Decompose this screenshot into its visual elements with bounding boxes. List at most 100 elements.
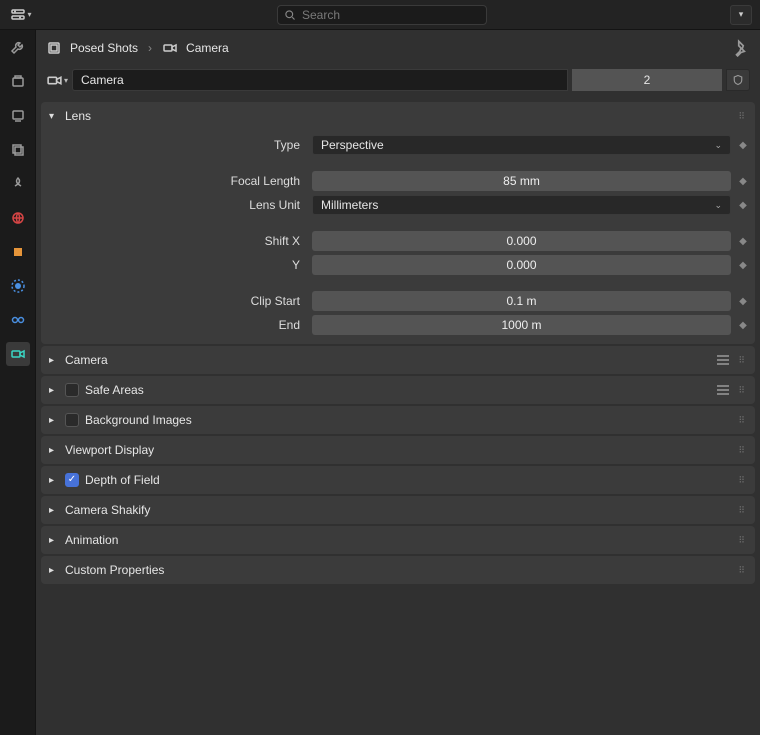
datablock-name-field[interactable]: Camera bbox=[72, 69, 568, 91]
search-input[interactable] bbox=[302, 8, 480, 22]
animate-dot[interactable]: ◆ bbox=[739, 260, 747, 271]
datablock-row: ▾ Camera 2 bbox=[41, 66, 755, 94]
datablock-name-text: Camera bbox=[81, 73, 124, 87]
chevron-right-icon bbox=[49, 505, 59, 516]
field-clip-end[interactable]: 1000 m bbox=[312, 315, 731, 335]
panel-custom: Custom Properties ⠿ bbox=[41, 556, 755, 584]
dof-checkbox[interactable] bbox=[65, 473, 79, 487]
field-value: 0.1 m bbox=[506, 294, 536, 308]
panel-header-camera[interactable]: Camera ⠿ bbox=[41, 346, 755, 374]
panel-camera: Camera ⠿ bbox=[41, 346, 755, 374]
drag-handle[interactable]: ⠿ bbox=[738, 415, 747, 426]
field-clip-start[interactable]: 0.1 m bbox=[312, 291, 731, 311]
chevron-right-icon bbox=[49, 475, 59, 486]
label-clip-end: End bbox=[49, 318, 304, 332]
chevron-down-icon: ▾ bbox=[739, 9, 744, 20]
chevron-right-icon bbox=[49, 415, 59, 426]
datablock-users-count: 2 bbox=[644, 73, 651, 87]
panel-shakify: Camera Shakify ⠿ bbox=[41, 496, 755, 524]
editor-type-selector[interactable]: ▾ bbox=[8, 5, 34, 25]
preset-button[interactable] bbox=[716, 352, 732, 368]
drag-handle[interactable]: ⠿ bbox=[738, 505, 747, 516]
chevron-down-icon: ⌄ bbox=[714, 200, 722, 211]
field-lens-type[interactable]: Perspective ⌄ bbox=[312, 135, 731, 155]
animate-dot[interactable]: ◆ bbox=[739, 140, 747, 151]
safe-areas-checkbox[interactable] bbox=[65, 383, 79, 397]
panel-safe-areas: Safe Areas ⠿ bbox=[41, 376, 755, 404]
tab-tool[interactable] bbox=[6, 36, 30, 60]
drag-handle[interactable]: ⠿ bbox=[738, 111, 747, 122]
render-icon bbox=[10, 74, 26, 90]
datablock-browse[interactable]: ▾ bbox=[46, 69, 68, 91]
drag-handle[interactable]: ⠿ bbox=[738, 445, 747, 456]
panel-header-bg-images[interactable]: Background Images ⠿ bbox=[41, 406, 755, 434]
properties-icon bbox=[10, 7, 26, 23]
options-dropdown[interactable]: ▾ bbox=[730, 5, 752, 25]
field-shift-x[interactable]: 0.000 bbox=[312, 231, 731, 251]
bg-images-checkbox[interactable] bbox=[65, 413, 79, 427]
drag-handle[interactable]: ⠿ bbox=[738, 385, 747, 396]
drag-handle[interactable]: ⠿ bbox=[738, 475, 747, 486]
breadcrumb-item-collection[interactable]: Posed Shots bbox=[46, 40, 138, 56]
preset-button[interactable] bbox=[716, 382, 732, 398]
label-lens-unit: Lens Unit bbox=[49, 198, 304, 212]
panel-animation: Animation ⠿ bbox=[41, 526, 755, 554]
label-type: Type bbox=[49, 138, 304, 152]
panel-title: Safe Areas bbox=[85, 383, 144, 397]
panel-header-dof[interactable]: Depth of Field ⠿ bbox=[41, 466, 755, 494]
drag-handle[interactable]: ⠿ bbox=[738, 565, 747, 576]
camera-icon bbox=[46, 72, 63, 89]
breadcrumb-item-camera[interactable]: Camera bbox=[162, 40, 229, 56]
tab-physics[interactable] bbox=[6, 274, 30, 298]
label-shift-x: Shift X bbox=[49, 234, 304, 248]
panel-header-custom[interactable]: Custom Properties ⠿ bbox=[41, 556, 755, 584]
field-focal-length[interactable]: 85 mm bbox=[312, 171, 731, 191]
animate-dot[interactable]: ◆ bbox=[739, 296, 747, 307]
field-lens-unit[interactable]: Millimeters ⌄ bbox=[312, 195, 731, 215]
panel-lens: Lens ⠿ Type Perspective ⌄ ◆ Focal Leng bbox=[41, 102, 755, 344]
panel-header-safe-areas[interactable]: Safe Areas ⠿ bbox=[41, 376, 755, 404]
panel-header-shakify[interactable]: Camera Shakify ⠿ bbox=[41, 496, 755, 524]
tab-data-camera[interactable] bbox=[6, 342, 30, 366]
panel-header-viewport[interactable]: Viewport Display ⠿ bbox=[41, 436, 755, 464]
breadcrumb: Posed Shots › Camera bbox=[36, 30, 760, 66]
object-icon bbox=[10, 244, 26, 260]
field-shift-y[interactable]: 0.000 bbox=[312, 255, 731, 275]
pin-button[interactable] bbox=[732, 39, 750, 57]
tab-constraints[interactable] bbox=[6, 308, 30, 332]
property-tabs bbox=[0, 30, 36, 735]
field-value: 0.000 bbox=[506, 258, 536, 272]
chevron-right-icon bbox=[49, 445, 59, 456]
animate-dot[interactable]: ◆ bbox=[739, 176, 747, 187]
panel-header-animation[interactable]: Animation ⠿ bbox=[41, 526, 755, 554]
animate-dot[interactable]: ◆ bbox=[739, 236, 747, 247]
panel-header-lens[interactable]: Lens ⠿ bbox=[41, 102, 755, 130]
tab-scene[interactable] bbox=[6, 172, 30, 196]
drag-handle[interactable]: ⠿ bbox=[738, 535, 747, 546]
panels: Lens ⠿ Type Perspective ⌄ ◆ Focal Leng bbox=[36, 102, 760, 735]
tab-world[interactable] bbox=[6, 206, 30, 230]
animate-dot[interactable]: ◆ bbox=[739, 200, 747, 211]
chevron-right-icon bbox=[49, 565, 59, 576]
tab-render[interactable] bbox=[6, 70, 30, 94]
drag-handle[interactable]: ⠿ bbox=[738, 355, 747, 366]
field-value: 0.000 bbox=[506, 234, 536, 248]
chevron-down-icon: ▾ bbox=[27, 10, 31, 19]
pin-icon bbox=[732, 39, 750, 57]
datablock-users[interactable]: 2 bbox=[572, 69, 722, 91]
tab-object[interactable] bbox=[6, 240, 30, 264]
field-value: 1000 m bbox=[501, 318, 541, 332]
panel-viewport: Viewport Display ⠿ bbox=[41, 436, 755, 464]
search-box[interactable] bbox=[277, 5, 487, 25]
panel-title: Animation bbox=[65, 533, 118, 547]
camera-icon bbox=[10, 346, 26, 362]
camera-icon bbox=[162, 40, 178, 56]
fake-user-toggle[interactable] bbox=[726, 69, 750, 91]
tab-view-layer[interactable] bbox=[6, 138, 30, 162]
animate-dot[interactable]: ◆ bbox=[739, 320, 747, 331]
chevron-down-icon: ▾ bbox=[64, 76, 68, 85]
tab-output[interactable] bbox=[6, 104, 30, 128]
panel-bg-images: Background Images ⠿ bbox=[41, 406, 755, 434]
panel-dof: Depth of Field ⠿ bbox=[41, 466, 755, 494]
field-value: 85 mm bbox=[503, 174, 540, 188]
